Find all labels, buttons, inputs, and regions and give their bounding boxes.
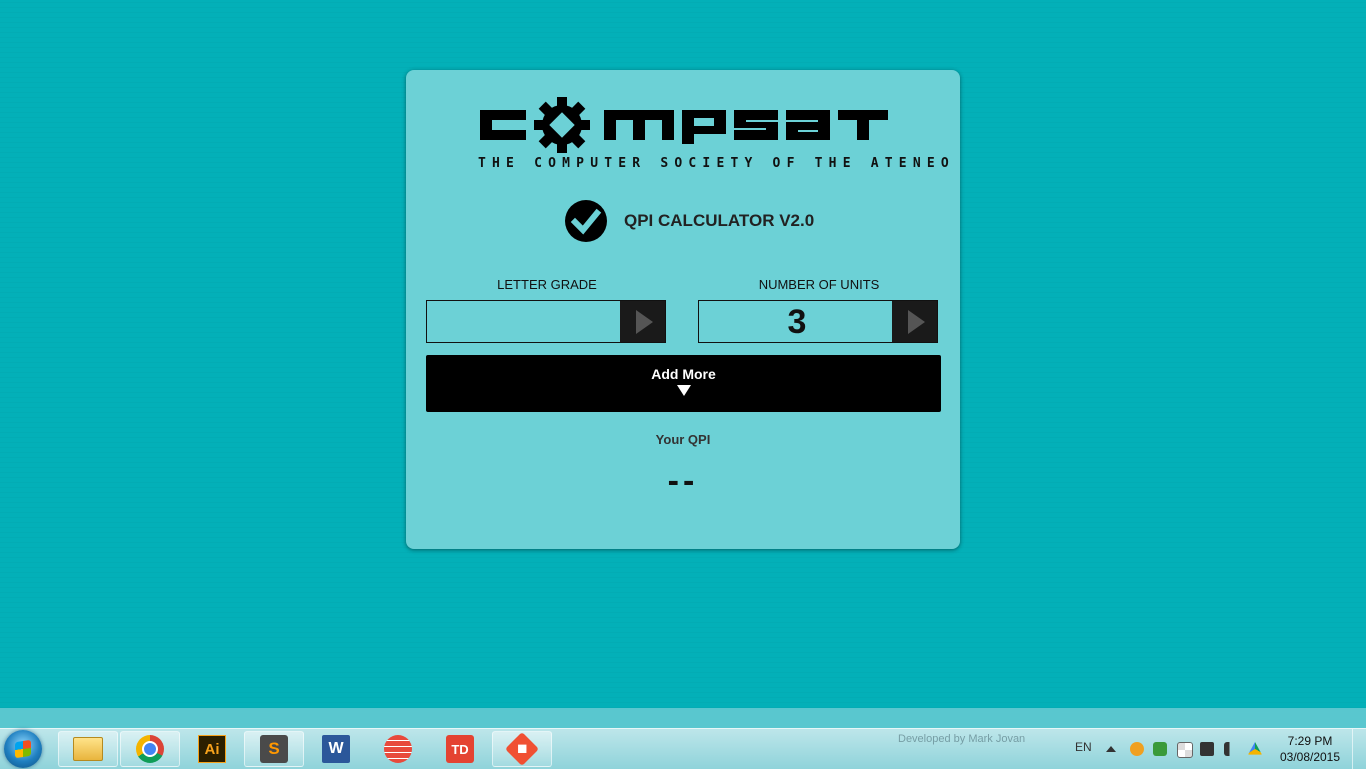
volume-icon[interactable] bbox=[1224, 742, 1238, 756]
show-desktop-button[interactable] bbox=[1352, 729, 1366, 769]
show-hidden-icons-icon[interactable] bbox=[1106, 746, 1116, 752]
todoist-icon: TD bbox=[446, 735, 474, 763]
check-circle-icon bbox=[565, 200, 607, 242]
qpi-value: -- bbox=[667, 462, 699, 500]
qpi-label: Your QPI bbox=[655, 432, 711, 447]
clock-time: 7:29 PM bbox=[1287, 734, 1333, 748]
tray-app-icon[interactable] bbox=[1130, 742, 1144, 756]
units-next-button[interactable] bbox=[892, 301, 937, 342]
taskbar-app-todoist[interactable]: TD bbox=[430, 731, 490, 767]
qpi-calculator-card: THE COMPUTER SOCIETY OF THE ATENEO QPI C… bbox=[406, 70, 960, 549]
triangle-down-icon bbox=[676, 385, 691, 396]
units-value: 3 bbox=[787, 303, 807, 341]
git-icon: ⬥ bbox=[505, 732, 539, 766]
action-center-icon[interactable] bbox=[1177, 742, 1193, 758]
add-more-label: Add More bbox=[651, 366, 716, 382]
letter-grade-select[interactable] bbox=[426, 300, 666, 343]
windows-logo-icon bbox=[15, 739, 31, 759]
word-icon: W bbox=[322, 735, 350, 763]
taskbar-app-sublime[interactable]: S bbox=[244, 731, 304, 767]
language-indicator[interactable]: EN bbox=[1075, 740, 1092, 754]
taskbar: Ai S W TD ⬥ Developed by Mark Jovan EN 7… bbox=[0, 708, 1366, 769]
illustrator-icon: Ai bbox=[198, 735, 226, 763]
clock-date: 03/08/2015 bbox=[1279, 750, 1341, 764]
app-title-row: QPI CALCULATOR V2.0 bbox=[564, 198, 814, 244]
start-button[interactable] bbox=[4, 730, 42, 768]
taskbar-app-illustrator[interactable]: Ai bbox=[182, 731, 242, 767]
taskbar-app-sunrise[interactable] bbox=[368, 731, 428, 767]
taskbar-upper-strip bbox=[0, 708, 1366, 728]
taskbar-app-chrome[interactable] bbox=[120, 731, 180, 767]
play-icon bbox=[908, 309, 925, 334]
taskbar-app-explorer[interactable] bbox=[58, 731, 118, 767]
taskbar-app-git[interactable]: ⬥ bbox=[492, 731, 552, 767]
sublime-icon: S bbox=[260, 735, 288, 763]
letter-grade-next-button[interactable] bbox=[620, 301, 665, 342]
add-more-button[interactable]: Add More bbox=[426, 355, 941, 412]
sunrise-icon bbox=[384, 735, 412, 763]
developer-watermark: Developed by Mark Jovan bbox=[898, 733, 1026, 745]
google-drive-icon[interactable] bbox=[1248, 742, 1262, 755]
chrome-icon bbox=[136, 735, 164, 763]
units-label: NUMBER OF UNITS bbox=[758, 277, 880, 292]
compsat-wordmark-icon bbox=[480, 97, 888, 153]
play-icon bbox=[636, 309, 653, 334]
compsat-logo: THE COMPUTER SOCIETY OF THE ATENEO bbox=[478, 96, 955, 176]
app-title: QPI CALCULATOR V2.0 bbox=[624, 211, 815, 230]
network-icon[interactable] bbox=[1200, 742, 1214, 756]
taskbar-app-word[interactable]: W bbox=[306, 731, 366, 767]
letter-grade-label: LETTER GRADE bbox=[497, 277, 597, 292]
units-select[interactable]: 3 bbox=[698, 300, 938, 343]
logo-subtitle: THE COMPUTER SOCIETY OF THE ATENEO bbox=[478, 156, 955, 171]
taskbar-bar: Ai S W TD ⬥ Developed by Mark Jovan EN 7… bbox=[0, 728, 1366, 769]
tray-sync-icon[interactable] bbox=[1153, 742, 1167, 756]
letter-grade-value bbox=[427, 301, 623, 342]
system-clock[interactable]: 7:29 PM 03/08/2015 bbox=[1278, 733, 1342, 765]
folder-icon bbox=[73, 737, 103, 761]
